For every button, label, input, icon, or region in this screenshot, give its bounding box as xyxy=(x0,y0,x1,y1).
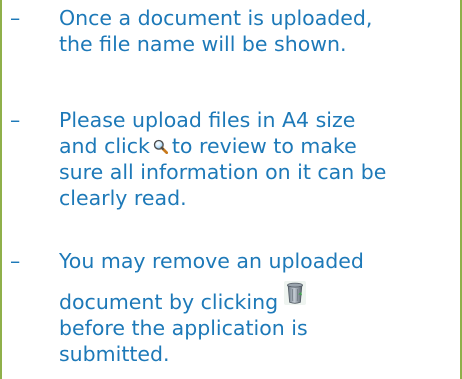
recycle-bin-icon xyxy=(284,281,307,305)
list-dash: – xyxy=(10,6,21,30)
instruction-text: Please upload files in A4 size and click… xyxy=(59,107,452,211)
instruction-text: Once a document is uploaded, the file na… xyxy=(59,5,452,57)
list-dash: – xyxy=(10,249,21,273)
instruction-line: before the application is xyxy=(59,316,308,340)
instruction-line: submitted. xyxy=(59,342,170,366)
instruction-line: the file name will be shown. xyxy=(59,32,347,56)
instruction-line: clearly read. xyxy=(59,186,187,210)
instruction-line-with-icon: document by clicking xyxy=(59,281,452,315)
instruction-uploaded-file-name: – Once a document is uploaded, the file … xyxy=(2,5,460,57)
instruction-upload-a4-review: – Please upload files in A4 size and cli… xyxy=(2,107,460,211)
instruction-line: You may remove an uploaded xyxy=(59,249,364,273)
instruction-remove-document: – You may remove an uploaded document by… xyxy=(2,248,460,367)
list-dash: – xyxy=(10,108,21,132)
instruction-line: sure all information on it can be xyxy=(59,160,387,184)
instruction-text: You may remove an uploaded document by c… xyxy=(59,248,452,367)
upload-instructions-panel: – Once a document is uploaded, the file … xyxy=(0,0,462,379)
instruction-line: and click xyxy=(59,134,150,158)
instruction-line: document by clicking xyxy=(59,290,279,314)
instruction-line: to review to make xyxy=(171,134,357,158)
instruction-line: Please upload files in A4 size xyxy=(59,108,356,132)
magnifier-icon xyxy=(153,139,168,154)
instruction-line: Once a document is uploaded, xyxy=(59,6,373,30)
